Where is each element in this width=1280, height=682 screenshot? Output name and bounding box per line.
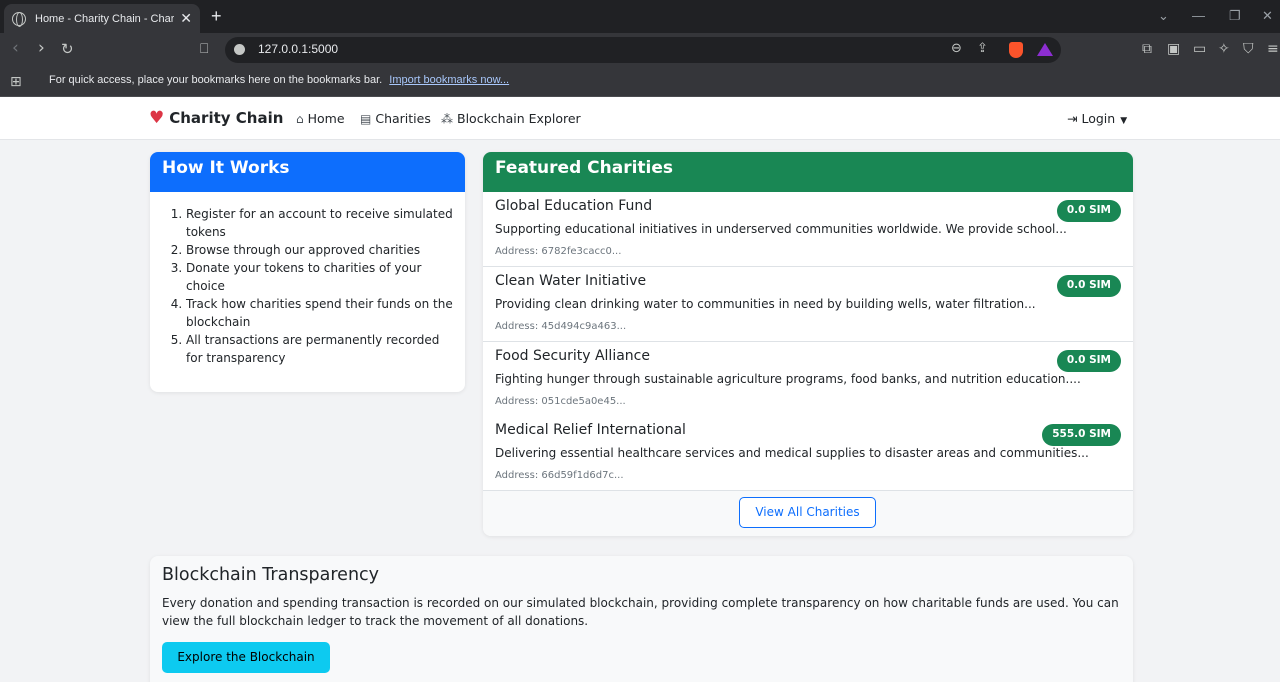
bookmark-icon[interactable]: ⎕ [200,41,208,57]
explore-blockchain-button[interactable]: Explore the Blockchain [162,642,330,673]
vpn-icon[interactable]: ⛉ [1243,41,1254,57]
login-icon: ⇥ [1067,111,1078,126]
balance-badge: 555.0 SIM [1042,424,1121,446]
nav-home-label: Home [307,111,345,126]
charity-address: Address: 051cde5a0e45... [495,396,626,407]
charity-list-item[interactable]: Clean Water Initiative 0.0 SIM Providing… [483,267,1133,342]
close-window-button[interactable]: ✕ [1262,8,1273,24]
bookmarks-message: For quick access, place your bookmarks h… [49,74,383,86]
browser-tab[interactable]: Home - Charity Chain - Charity ✕ [4,4,200,33]
forward-button[interactable]: › [38,38,45,58]
charity-address: Address: 45d494c9a463... [495,321,627,332]
tab-search-icon[interactable]: ⌄ [1158,8,1169,24]
transparency-title: Blockchain Transparency [162,565,380,585]
how-it-works-title: How It Works [150,152,465,192]
brand-link[interactable]: ♥ Charity Chain [149,108,283,128]
brave-shields-icon[interactable] [1009,42,1023,58]
share-icon[interactable]: ⇪ [977,41,988,56]
charity-description: Delivering essential healthcare services… [495,446,1089,460]
login-label: Login [1081,111,1116,126]
nav-blockchain-explorer[interactable]: ⁂ Blockchain Explorer [441,111,581,126]
view-all-charities-button[interactable]: View All Charities [739,497,876,528]
charity-description: Providing clean drinking water to commun… [495,297,1036,311]
leo-ai-icon[interactable]: ✧ [1218,41,1230,57]
reload-button[interactable]: ↻ [61,40,74,58]
url-text: 127.0.0.1:5000 [258,42,339,56]
zoom-icon[interactable]: ⊖ [951,41,962,56]
wallet-icon[interactable]: ▭ [1193,41,1206,57]
nav-home[interactable]: ⌂ Home [296,111,345,126]
maximize-button[interactable]: ❐ [1229,8,1241,24]
charity-name: Food Security Alliance [495,348,650,364]
charity-address: Address: 66d59f1d6d7c... [495,470,624,481]
step-item: Browse through our approved charities [186,241,456,259]
blockchain-transparency-card: Blockchain Transparency Every donation a… [150,556,1133,682]
menu-icon[interactable]: ≡ [1267,41,1279,57]
step-item: Register for an account to receive simul… [186,205,456,241]
back-button[interactable]: ‹ [12,38,19,58]
charity-name: Medical Relief International [495,422,686,438]
nav-charities-label: Charities [375,111,431,126]
balance-badge: 0.0 SIM [1056,200,1121,222]
charity-description: Supporting educational initiatives in un… [495,222,1067,236]
featured-card-footer: View All Charities [483,491,1133,536]
apps-icon[interactable]: ⊞ [10,74,22,90]
home-icon: ⌂ [296,111,304,126]
import-bookmarks-link[interactable]: Import bookmarks now... [389,74,509,86]
browser-toolbar: ‹ › ↻ ⎕ 127.0.0.1:5000 ⊖ ⇪ ⧉ ▣ ▭ ✧ ⛉ ≡ [0,33,1280,68]
extensions-icon[interactable]: ⧉ [1142,41,1152,57]
sidebar-icon[interactable]: ▣ [1167,41,1180,57]
step-item: All transactions are permanently recorde… [186,331,456,367]
address-bar[interactable]: 127.0.0.1:5000 ⊖ ⇪ [225,37,1061,63]
featured-charities-title: Featured Charities [483,152,1133,192]
how-it-works-card: How It Works Register for an account to … [150,152,465,392]
close-tab-icon[interactable]: ✕ [180,10,192,27]
featured-charities-card: Featured Charities Global Education Fund… [483,152,1133,536]
building-icon: ▤ [360,111,372,126]
step-item: Donate your tokens to charities of your … [186,259,456,295]
heart-pulse-icon: ♥ [149,108,165,128]
site-navbar: ♥ Charity Chain ⌂ Home ▤ Charities ⁂ Blo… [0,97,1280,140]
globe-icon [12,11,26,27]
new-tab-button[interactable]: + [211,6,222,27]
diagram-icon: ⁂ [441,111,453,126]
caret-down-icon: ▼ [1120,116,1128,126]
charity-list-item[interactable]: Food Security Alliance 0.0 SIM Fighting … [483,342,1133,417]
charity-list-item[interactable]: Medical Relief International 555.0 SIM D… [483,416,1133,491]
minimize-button[interactable]: — [1192,8,1205,23]
bookmarks-bar: ⊞ For quick access, place your bookmarks… [0,68,1280,97]
site-info-icon[interactable] [234,44,245,55]
balance-badge: 0.0 SIM [1056,350,1121,372]
nav-charities[interactable]: ▤ Charities [360,111,431,126]
charity-description: Fighting hunger through sustainable agri… [495,372,1081,386]
charity-name: Clean Water Initiative [495,273,647,289]
nav-blockchain-explorer-label: Blockchain Explorer [457,111,581,126]
step-item: Track how charities spend their funds on… [186,295,456,331]
balance-badge: 0.0 SIM [1056,275,1121,297]
brand-name: Charity Chain [169,109,284,127]
charity-name: Global Education Fund [495,198,653,214]
charity-list-item[interactable]: Global Education Fund 0.0 SIM Supporting… [483,192,1133,267]
steps-list: Register for an account to receive simul… [186,205,456,367]
charity-address: Address: 6782fe3cacc0... [495,246,622,257]
browser-tab-strip: Home - Charity Chain - Charity ✕ + ⌄ — ❐… [0,0,1280,33]
login-dropdown[interactable]: ⇥ Login ▼ [1067,111,1127,126]
transparency-text: Every donation and spending transaction … [162,596,1119,628]
tab-title: Home - Charity Chain - Charity [35,12,175,25]
brave-rewards-icon[interactable] [1037,43,1053,56]
